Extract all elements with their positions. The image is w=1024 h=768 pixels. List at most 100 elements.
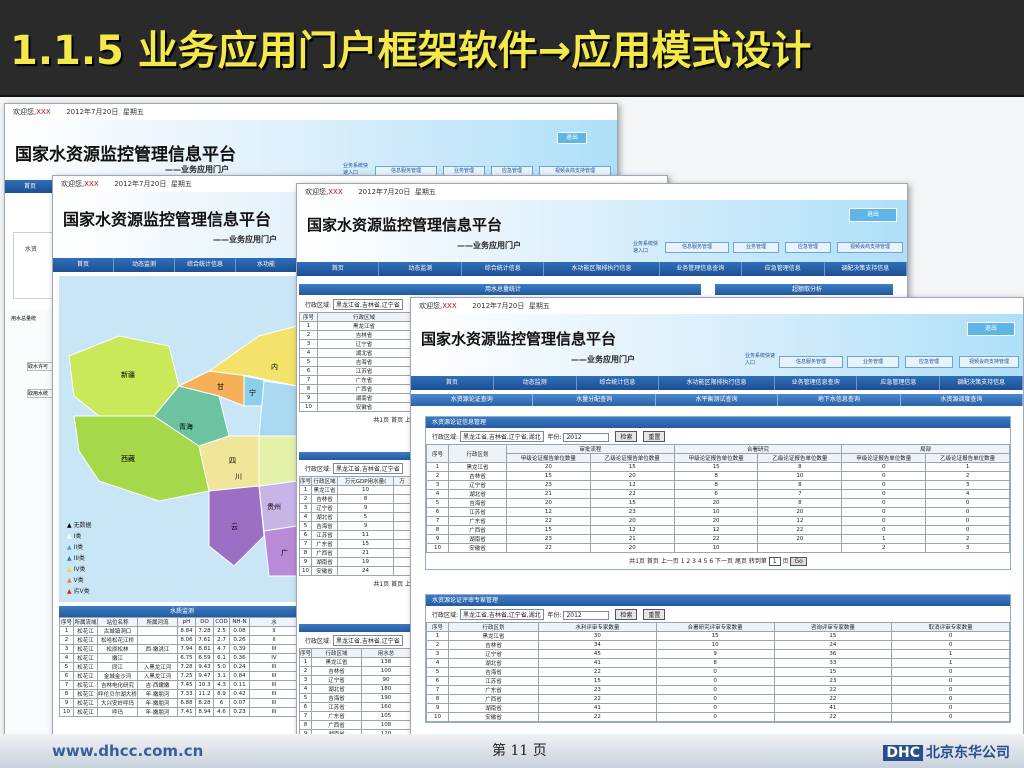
table-row[interactable]: 9 湖南省 19 (299, 557, 411, 567)
region-select[interactable]: 黑龙江省,吉林省,辽宁省 (332, 463, 403, 474)
nav-water-function[interactable]: 水功能区限排执行信息 (659, 376, 775, 390)
table-row[interactable]: 6 松花江 金城金沙河 入黑龙江河 7.25 9.47 3.1 0.84 III (59, 671, 299, 681)
link-emergency[interactable]: 应急管理 (905, 356, 953, 368)
table-row[interactable]: 2 吉林省 15 20 8 10 0 2 (426, 471, 1010, 481)
table-row[interactable]: 7 广东省 23 0 22 0 (426, 685, 1010, 695)
table-row[interactable]: 1 黑龙江省 30 15 15 0 (426, 631, 1010, 641)
link-info-service[interactable]: 信息服务管理 (665, 242, 729, 253)
exit-button[interactable]: 退出 (849, 208, 897, 222)
subnav-groundwater[interactable]: 地下水信息查询 (778, 394, 901, 406)
reset-button[interactable]: 重置 (643, 609, 666, 620)
table-row[interactable]: 10 松花江 呼玛 年·嫩朋河 7.41 8.94 4.6 0.23 III (59, 707, 299, 717)
table-row[interactable]: 8 广西省 21 (299, 548, 411, 558)
table-row[interactable]: 5 松花江 同江 入黑龙江河 7.28 9.43 5.0 0.24 III (59, 662, 299, 672)
table-row[interactable]: 4 湖北省 41 8 33 1 (426, 658, 1010, 668)
table-row[interactable]: 6 江苏省 160 (299, 702, 411, 712)
table-row[interactable]: 7 广东省 105 (299, 711, 411, 721)
table-row[interactable]: 10 安徽省 24 (299, 566, 411, 576)
table-row[interactable]: 4 湖北省 21 22 6 7 0 4 (426, 489, 1010, 499)
table-row[interactable]: 8 广西省 (299, 384, 411, 394)
table-row[interactable]: 8 广西省 15 12 12 22 0 0 (426, 525, 1010, 535)
link-video[interactable]: 视频会商支持管理 (837, 242, 903, 253)
table-row[interactable]: 2 吉林省 100 (299, 666, 411, 676)
region-select[interactable]: 黑龙江省,吉林省,辽宁省 (332, 299, 403, 310)
nav-business[interactable]: 业务管理信息查询 (660, 262, 743, 276)
year-input[interactable]: 2012 (563, 611, 610, 620)
exit-button[interactable]: 退出 (967, 322, 1015, 336)
table-row[interactable]: 6 江苏省 11 (299, 530, 411, 540)
link-business[interactable]: 业务管理 (847, 356, 899, 368)
table-row[interactable]: 4 湖北省 5 (299, 512, 411, 522)
nav-emergency[interactable]: 应急管理信息 (742, 262, 825, 276)
table-row[interactable]: 9 湖南省 41 0 41 0 (426, 703, 1010, 713)
table-row[interactable]: 3 辽宁省 90 (299, 675, 411, 685)
reset-button[interactable]: 重置 (643, 431, 666, 442)
region-select[interactable]: 黑龙江省,吉林省,辽宁省 (332, 635, 403, 646)
table-row[interactable]: 5 吉海省 20 15 20 8 0 0 (426, 498, 1010, 508)
table-row[interactable]: 2 吉林省 34 10 24 0 (426, 640, 1010, 650)
table-row[interactable]: 4 湖北省 180 (299, 684, 411, 694)
nav-stats[interactable]: 综合统计信息 (577, 376, 660, 390)
table-row[interactable]: 6 江苏省 (299, 366, 411, 376)
table-row[interactable]: 6 江苏省 12 23 10 20 0 0 (426, 507, 1010, 517)
nav-stats[interactable]: 综合统计信息 (462, 262, 545, 276)
nav-water-function[interactable]: 水功能区限排执行信息 (544, 262, 660, 276)
subnav-dispatch[interactable]: 水资源调度查询 (901, 394, 1023, 406)
go-button[interactable]: Go (790, 557, 807, 566)
table-row[interactable]: 5 吉海省 22 0 15 0 (426, 667, 1010, 677)
table-row[interactable]: 3 松花江 松原松林 西·嫩洮江 7.94 8.81 4.7 0.39 III (59, 644, 299, 654)
link-video[interactable]: 视频会商支持管理 (959, 356, 1019, 368)
nav-home[interactable]: 首页 (5, 180, 56, 193)
nav-home[interactable]: 首页 (53, 258, 114, 272)
table-row[interactable]: 7 广东省 (299, 375, 411, 385)
nav-home[interactable]: 首页 (411, 376, 494, 390)
search-button[interactable]: 检索 (615, 431, 638, 442)
china-map[interactable]: 新疆 西藏 青海 甘 内 宁 四 川 云 贵州 广 ▲ 无数据 ▲ I类 ▲ I… (59, 276, 298, 602)
nav-emergency[interactable]: 应急管理信息 (857, 376, 941, 390)
link-business[interactable]: 业务管理 (733, 242, 779, 253)
table-row[interactable]: 2 吉林省 8 (299, 494, 411, 504)
table-row[interactable]: 7 广东省 15 (299, 539, 411, 549)
nav-home[interactable]: 首页 (297, 262, 380, 276)
table-row[interactable]: 1 黑龙江省 10 (299, 485, 411, 495)
subnav-argument[interactable]: 水资源论证查询 (411, 394, 534, 406)
table-row[interactable]: 9 湖南省 (299, 393, 411, 403)
table-row[interactable]: 6 江苏省 15 0 23 0 (426, 676, 1010, 686)
table-row[interactable]: 5 吉海省 (299, 357, 411, 367)
table-row[interactable]: 2 吉林省 (299, 330, 411, 340)
table-row[interactable]: 1 黑龙江省 138 (299, 657, 411, 667)
table-row[interactable]: 4 松花江 嫩江 6.75 6.59 6.1 0.36 IV (59, 653, 299, 663)
table-row[interactable]: 9 松花江 大兴安岭呼玛 年·嫩朋河 6.88 8.28 6 0.07 III (59, 698, 299, 708)
nav-monitor[interactable]: 动态监测 (114, 258, 175, 272)
region-select[interactable]: 黑龙江省,吉林省,辽宁省,湖北 (459, 609, 544, 620)
table-row[interactable]: 10 安徽省 22 0 22 0 (426, 712, 1010, 722)
nav-monitor[interactable]: 动态监测 (494, 376, 577, 390)
table-row[interactable]: 1 黑龙江省 20 15 15 8 0 1 (426, 462, 1010, 472)
link-emergency[interactable]: 应急管理 (785, 242, 831, 253)
table-row[interactable]: 3 辽宁省 (299, 339, 411, 349)
search-button[interactable]: 检索 (615, 609, 638, 620)
table-row[interactable]: 4 湖北省 (299, 348, 411, 358)
link-info-service[interactable]: 信息服务管理 (779, 356, 843, 368)
table-row[interactable]: 3 辽宁省 23 12 8 8 0 3 (426, 480, 1010, 490)
table-row[interactable]: 1 黑龙江省 (299, 321, 411, 331)
table-row[interactable]: 7 广东省 22 20 20 12 0 0 (426, 516, 1010, 526)
pager-b[interactable]: 共1页 首页 上 (299, 576, 411, 591)
table-row[interactable]: 3 辽宁省 45 9 36 1 (426, 649, 1010, 659)
table-row[interactable]: 2 松花江 松哈松花江桥 8.06 7.61 2.7 0.26 II (59, 635, 299, 645)
pager-a[interactable]: 共1页 首页 上 (299, 412, 411, 427)
nav-water-function[interactable]: 水功能 (236, 258, 297, 272)
nav-stats[interactable]: 综合统计信息 (175, 258, 236, 272)
footer-url[interactable]: www.dhcc.com.cn (52, 742, 203, 760)
subnav-allocation[interactable]: 水量分配查询 (533, 394, 656, 406)
exit-button[interactable]: 退出 (557, 132, 587, 144)
table-row[interactable]: 10 安徽省 (299, 402, 411, 412)
table-row[interactable]: 10 安徽省 22 20 10 2 3 (426, 543, 1010, 553)
table-row[interactable]: 5 吉海省 9 (299, 521, 411, 531)
nav-dispatch[interactable]: 调配决策支持信息 (940, 376, 1023, 390)
table-row[interactable]: 8 广西省 22 0 22 0 (426, 694, 1010, 704)
nav-monitor[interactable]: 动态监测 (379, 262, 462, 276)
nav-business[interactable]: 业务管理信息查询 (775, 376, 858, 390)
table-row[interactable]: 8 广西省 108 (299, 720, 411, 730)
table-row[interactable]: 1 松花江 古城镇洞口 8.84 7.28 2.5 0.08 II (59, 626, 299, 636)
